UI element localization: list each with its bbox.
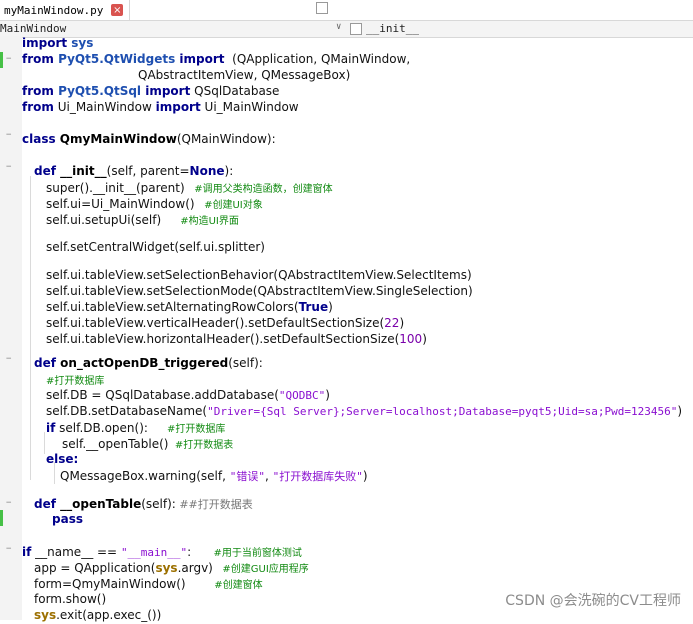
code-line: form=QmyMainWindow() #创建窗体 <box>34 577 263 591</box>
code-line: #打开数据库 <box>46 376 105 387</box>
editor-tab-bar: myMainWindow.py × <box>0 0 693 20</box>
code-line: app = QApplication(sys.argv) #创建GUI应用程序 <box>34 561 309 575</box>
code-line: self.ui.setupUi(self) #构造UI界面 <box>46 213 239 227</box>
code-line: sys.exit(app.exec_()) <box>34 608 162 622</box>
code-line: self.ui.tableView.setAlternatingRowColor… <box>46 300 333 314</box>
code-line: self.ui.tableView.setSelectionBehavior(Q… <box>46 268 472 282</box>
code-line: def __init__(self, parent=None): <box>34 164 234 178</box>
change-marker <box>0 52 3 68</box>
code-line: pass <box>52 512 83 526</box>
code-area[interactable]: import sys from PyQt5.QtWidgets import (… <box>22 36 693 622</box>
code-line: def on_actOpenDB_triggered(self): <box>34 356 263 370</box>
indent-guide <box>30 176 31 480</box>
code-line: from PyQt5.QtWidgets import (QApplicatio… <box>22 52 411 66</box>
fold-icon[interactable]: − <box>6 162 11 172</box>
code-line: self.ui.tableView.horizontalHeader().set… <box>46 332 427 346</box>
indent-guide <box>44 432 45 454</box>
code-line: self.__openTable() #打开数据表 <box>62 437 234 451</box>
code-line: import sys <box>22 36 94 50</box>
watermark: CSDN @会洗碗的CV工程师 <box>505 593 681 609</box>
file-tab[interactable]: myMainWindow.py × <box>0 0 131 20</box>
split-view-icon[interactable] <box>316 2 328 14</box>
code-line: self.DB.setDatabaseName("Driver={Sql Ser… <box>46 404 682 418</box>
breadcrumb-member[interactable]: __init__ <box>366 22 419 35</box>
code-line: self.ui=Ui_MainWindow() #创建UI对象 <box>46 197 263 211</box>
fold-icon[interactable]: − <box>6 354 11 364</box>
fold-icon[interactable]: − <box>6 544 11 554</box>
code-line: self.ui.tableView.setSelectionMode(QAbst… <box>46 284 473 298</box>
code-line: from PyQt5.QtSql import QSqlDatabase <box>22 84 280 98</box>
breadcrumb-class[interactable]: MainWindow <box>0 22 66 35</box>
code-line: from Ui_MainWindow import Ui_MainWindow <box>22 100 299 114</box>
chevron-down-icon[interactable]: ∨ <box>336 22 341 32</box>
code-line: if self.DB.open(): #打开数据库 <box>46 421 226 435</box>
code-line: class QmyMainWindow(QMainWindow): <box>22 132 276 146</box>
file-tab-label: myMainWindow.py <box>4 3 104 17</box>
close-icon[interactable]: × <box>111 4 124 16</box>
code-line: super().__init__(parent) #调用父类构造函数，创建窗体 <box>46 181 333 195</box>
code-editor[interactable]: − − − − − − import sys from PyQt5.QtWidg… <box>0 36 693 622</box>
method-icon <box>350 23 362 35</box>
change-marker <box>0 510 3 526</box>
fold-icon[interactable]: − <box>6 54 11 64</box>
code-line: if __name__ == "__main__": #用于当前窗体测试 <box>22 545 302 559</box>
fold-icon[interactable]: − <box>6 498 11 508</box>
code-line: form.show() <box>34 592 107 606</box>
code-line: QMessageBox.warning(self, "错误", "打开数据库失败… <box>60 469 368 483</box>
code-line: else: <box>46 452 79 466</box>
code-line: QAbstractItemView, QMessageBox) <box>138 68 351 82</box>
code-line: self.setCentralWidget(self.ui.splitter) <box>46 240 265 254</box>
code-line: self.DB = QSqlDatabase.addDatabase("QODB… <box>46 388 330 402</box>
editor-gutter: − − − − − − <box>0 36 22 620</box>
code-line: def __openTable(self): ##打开数据表 <box>34 497 253 511</box>
code-line: self.ui.tableView.verticalHeader().setDe… <box>46 316 405 330</box>
fold-icon[interactable]: − <box>6 130 11 140</box>
